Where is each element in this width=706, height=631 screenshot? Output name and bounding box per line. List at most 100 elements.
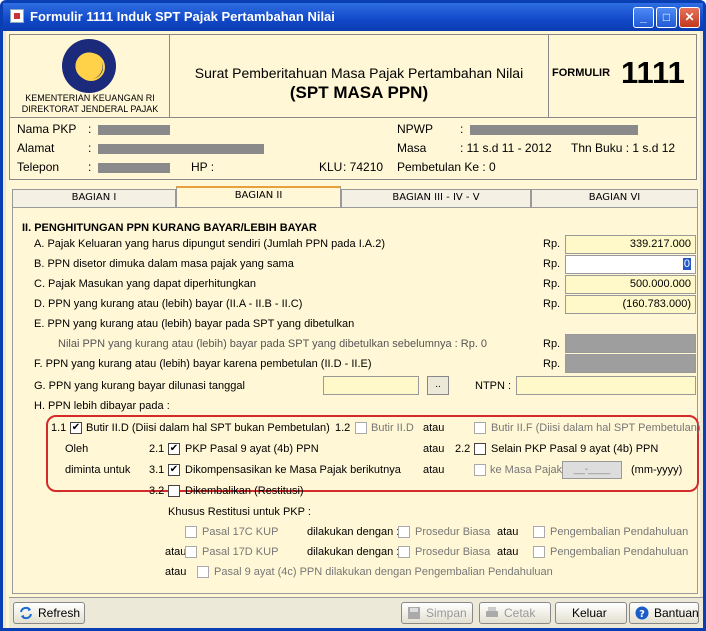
close-button[interactable]: ✕ <box>679 7 700 28</box>
row-e-sub: Nilai PPN yang kurang atau (lebih) bayar… <box>58 338 488 350</box>
pengembalian-1-label: Pengembalian Pendahuluan <box>550 526 689 538</box>
nama-label: Nama PKP <box>17 122 77 136</box>
row-a-value[interactable]: 339.217.000 <box>565 235 696 254</box>
opt-1-2-number: 1.2 <box>335 422 351 434</box>
npwp-label: NPWP <box>397 122 433 136</box>
row-a-rp: Rp. <box>543 238 561 250</box>
pengembalian-1-checkbox[interactable] <box>533 526 545 538</box>
date-picker-button[interactable]: .. <box>427 376 449 395</box>
p9-label: Pasal 9 ayat (4c) PPN dilakukan dengan P… <box>214 566 553 578</box>
org-subname: DIREKTORAT JENDERAL PAJAK <box>21 104 159 114</box>
klu-value: : 74210 <box>343 160 384 174</box>
opt-1-1-number: 1.1 <box>51 422 67 434</box>
form-number: 1111 <box>621 55 685 90</box>
atau-7: atau <box>165 566 187 578</box>
alamat-value-redacted <box>98 144 264 154</box>
opt-1-3-checkbox[interactable] <box>474 422 486 434</box>
atau-1: atau <box>423 422 445 434</box>
alamat-label: Alamat <box>17 141 55 155</box>
nama-colon: : <box>88 122 92 136</box>
section-title: II. PENGHITUNGAN PPN KURANG BAYAR/LEBIH … <box>22 222 317 234</box>
tab-bagian-2[interactable]: BAGIAN II <box>176 186 341 207</box>
row-b-label: B. PPN disetor dimuka dalam masa pajak y… <box>34 258 294 270</box>
prosedur-2-checkbox[interactable] <box>398 546 410 558</box>
p9-checkbox[interactable] <box>197 566 209 578</box>
row-b-value: 0 <box>682 258 691 270</box>
opt-3-2-label: Dikembalikan (Restitusi) <box>185 485 304 497</box>
keluar-button[interactable]: Keluar <box>555 602 627 624</box>
opt-2-2-checkbox[interactable] <box>474 443 486 455</box>
tab-bagian-6[interactable]: BAGIAN VI <box>531 189 698 207</box>
bantuan-button[interactable]: ? Bantuan <box>629 602 699 624</box>
refresh-icon <box>20 606 32 620</box>
dilakukan-2: dilakukan dengan : <box>307 546 400 558</box>
oleh-label: Oleh <box>65 443 89 455</box>
opt-1-2-checkbox[interactable] <box>355 422 367 434</box>
telepon-value-redacted <box>98 163 170 173</box>
tanggal-input[interactable] <box>323 376 419 395</box>
p17d-label: Pasal 17D KUP <box>202 546 279 558</box>
application-window: Formulir 1111 Induk SPT Pajak Pertambaha… <box>0 0 706 631</box>
print-icon <box>486 607 498 617</box>
p17c-checkbox[interactable] <box>185 526 197 538</box>
form-title: Surat Pemberitahuan Masa Pajak Pertambah… <box>194 65 524 81</box>
p17c-label: Pasal 17C KUP <box>202 526 279 538</box>
p17d-checkbox[interactable] <box>185 546 197 558</box>
opt-3-1-label: Dikompensasikan ke Masa Pajak berikutnya <box>185 464 401 476</box>
form-number-area: FORMULIR 1111 <box>548 35 696 117</box>
form-title-area: Surat Pemberitahuan Masa Pajak Pertambah… <box>170 35 548 117</box>
row-d-rp: Rp. <box>543 298 561 310</box>
row-h-label: H. PPN lebih dibayar pada : <box>34 400 170 412</box>
masa-pajak-input[interactable]: __-____ <box>562 461 622 479</box>
row-c-value[interactable]: 500.000.000 <box>565 275 696 294</box>
ntpn-input[interactable] <box>516 376 696 395</box>
simpan-button[interactable]: Simpan <box>401 602 473 624</box>
ministry-logo-icon <box>62 39 116 93</box>
opt-2-2-number: 2.2 <box>455 443 471 455</box>
keluar-label: Keluar <box>572 606 607 620</box>
prosedur-1-label: Prosedur Biasa <box>415 526 491 538</box>
opt-2-2-label: Selain PKP Pasal 9 ayat (4b) PPN <box>491 443 659 455</box>
restitusi-title: Khusus Restitusi untuk PKP : <box>168 506 311 518</box>
app-icon <box>10 9 24 23</box>
refresh-button[interactable]: Refresh <box>13 602 85 624</box>
maximize-button[interactable]: □ <box>656 7 677 28</box>
opt-3-3-checkbox[interactable] <box>474 464 486 476</box>
button-bar: Refresh Simpan Cetak Keluar ? Bantuan <box>9 597 703 628</box>
row-e-label: E. PPN yang kurang atau (lebih) bayar pa… <box>34 318 355 330</box>
ntpn-label: NTPN : <box>475 380 512 392</box>
title-bar: Formulir 1111 Induk SPT Pajak Pertambaha… <box>3 3 703 31</box>
help-icon: ? <box>635 606 649 620</box>
opt-2-1-checkbox[interactable]: ✔ <box>168 443 180 455</box>
row-d-value[interactable]: (160.783.000) <box>565 295 696 314</box>
opt-3-1-number: 3.1 <box>149 464 165 476</box>
atau-2: atau <box>423 443 445 455</box>
row-a-label: A. Pajak Keluaran yang harus dipungut se… <box>34 238 385 250</box>
atau-3: atau <box>423 464 445 476</box>
row-b-input[interactable]: 0 <box>565 255 696 274</box>
masa-label: Masa <box>397 141 427 155</box>
save-icon <box>408 607 420 619</box>
org-name: KEMENTERIAN KEUANGAN RI <box>25 93 155 103</box>
simpan-label: Simpan <box>426 606 467 620</box>
cetak-button[interactable]: Cetak <box>479 602 551 624</box>
npwp-value-redacted <box>470 125 638 135</box>
row-g-label: G. PPN yang kurang bayar dilunasi tangga… <box>34 380 245 392</box>
telepon-label: Telepon <box>17 160 60 174</box>
svg-text:?: ? <box>639 609 645 620</box>
hp-label: HP : <box>191 160 215 174</box>
minimize-button[interactable]: _ <box>633 7 654 28</box>
opt-1-1-checkbox[interactable]: ✔ <box>70 422 82 434</box>
atau-4: atau <box>497 526 519 538</box>
pengembalian-2-checkbox[interactable] <box>533 546 545 558</box>
tab-bagian-3-4-5[interactable]: BAGIAN III - IV - V <box>341 189 531 207</box>
row-e-value <box>565 334 696 353</box>
row-c-label: C. Pajak Masukan yang dapat diperhitungk… <box>34 278 256 290</box>
opt-3-1-checkbox[interactable]: ✔ <box>168 464 180 476</box>
window-title: Formulir 1111 Induk SPT Pajak Pertambaha… <box>30 9 335 24</box>
tab-bagian-1[interactable]: BAGIAN I <box>12 189 176 207</box>
prosedur-1-checkbox[interactable] <box>398 526 410 538</box>
opt-3-2-checkbox[interactable] <box>168 485 180 497</box>
tab-strip: BAGIAN I BAGIAN II BAGIAN III - IV - V B… <box>12 186 698 207</box>
row-e-rp: Rp. <box>543 338 561 350</box>
